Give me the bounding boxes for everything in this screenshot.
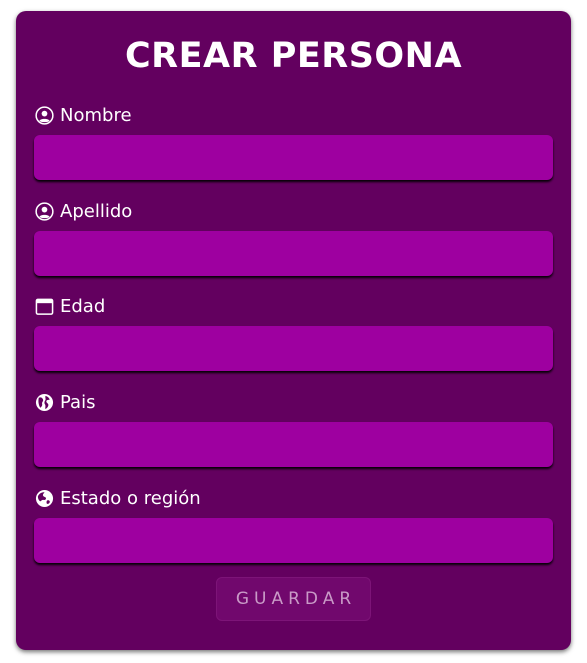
estado-region-input[interactable] xyxy=(34,518,553,563)
create-person-card: CREAR PERSONA Nombre Apellido Edad Pais … xyxy=(16,11,571,650)
save-button[interactable]: GUARDAR xyxy=(216,577,371,621)
apellido-input[interactable] xyxy=(34,231,553,276)
user-circle-icon xyxy=(34,201,54,221)
globe-asia-icon xyxy=(34,488,54,508)
globe-americas-icon xyxy=(34,392,54,412)
calendar-icon xyxy=(34,296,54,316)
field-label-apellido: Apellido xyxy=(60,200,133,222)
form-title: CREAR PERSONA xyxy=(124,36,463,76)
field-edad: Edad xyxy=(34,294,553,371)
field-nombre: Nombre xyxy=(34,103,553,180)
field-apellido: Apellido xyxy=(34,199,553,276)
field-estado-region: Estado o región xyxy=(34,486,553,563)
field-label-estado-region: Estado o región xyxy=(60,487,201,509)
field-label-nombre: Nombre xyxy=(60,104,132,126)
edad-input[interactable] xyxy=(34,326,553,371)
field-label-edad: Edad xyxy=(60,295,106,317)
field-pais: Pais xyxy=(34,390,553,467)
user-circle-icon xyxy=(34,105,54,125)
pais-input[interactable] xyxy=(34,422,553,467)
field-label-pais: Pais xyxy=(60,391,96,413)
nombre-input[interactable] xyxy=(34,135,553,180)
